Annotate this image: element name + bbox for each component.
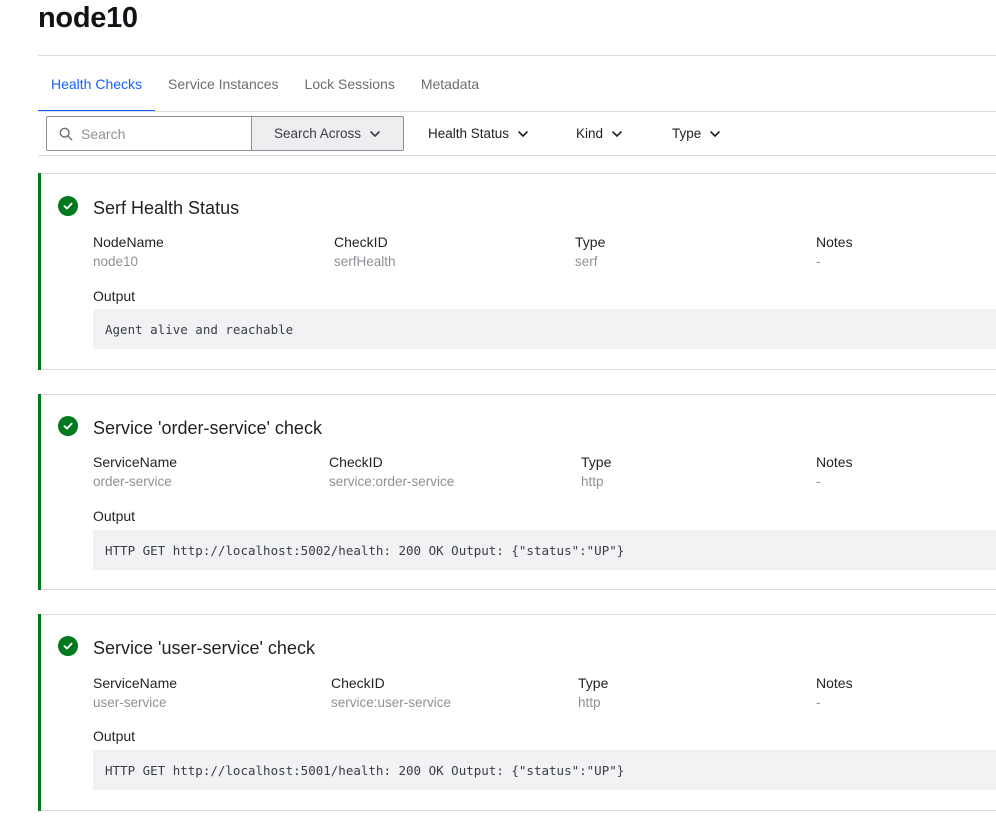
check-circle-icon bbox=[58, 636, 78, 656]
tab-metadata[interactable]: Metadata bbox=[408, 56, 492, 111]
output-label: Output bbox=[93, 508, 136, 524]
filter-label: Health Status bbox=[428, 126, 510, 141]
status-bar bbox=[38, 394, 41, 590]
field-label: Type bbox=[575, 234, 606, 250]
page-title: node10 bbox=[38, 2, 138, 34]
field-value: - bbox=[816, 254, 821, 269]
divider bbox=[38, 111, 996, 112]
search-across-label: Search Across bbox=[273, 126, 362, 141]
field-value: order-service bbox=[93, 474, 172, 489]
field-value: - bbox=[816, 695, 821, 710]
field-label: Notes bbox=[816, 454, 853, 470]
field-label: Type bbox=[581, 454, 612, 470]
field-value: serfHealth bbox=[334, 254, 396, 269]
check-circle-icon bbox=[58, 196, 78, 216]
chevron-down-icon bbox=[612, 130, 622, 137]
chevron-down-icon bbox=[710, 130, 721, 137]
search-icon bbox=[59, 127, 73, 140]
field-value: http bbox=[581, 474, 604, 489]
type-filter[interactable]: Type bbox=[672, 116, 721, 151]
health-check-card: Service 'user-service' check ServiceName… bbox=[38, 614, 996, 811]
filter-label: Type bbox=[672, 126, 702, 141]
divider bbox=[38, 155, 996, 156]
field-label: Notes bbox=[816, 234, 853, 250]
field-value: http bbox=[578, 695, 601, 710]
field-value: service:order-service bbox=[329, 474, 455, 489]
search-field[interactable] bbox=[46, 116, 251, 151]
kind-filter[interactable]: Kind bbox=[576, 116, 623, 151]
chevron-down-icon bbox=[518, 130, 528, 137]
chevron-down-icon bbox=[370, 130, 380, 137]
field-value: serf bbox=[575, 254, 598, 269]
tab-lock-sessions[interactable]: Lock Sessions bbox=[292, 56, 408, 111]
check-title: Service 'user-service' check bbox=[93, 638, 315, 658]
status-bar bbox=[38, 614, 41, 811]
field-label: CheckID bbox=[331, 675, 385, 691]
field-value: service:user-service bbox=[331, 695, 452, 710]
field-label: NodeName bbox=[93, 234, 164, 250]
check-title: Service 'order-service' check bbox=[93, 418, 322, 438]
output-text: Agent alive and reachable bbox=[93, 309, 996, 349]
health-check-card: Serf Health Status NodeName node10 Check… bbox=[38, 173, 996, 370]
output-label: Output bbox=[93, 288, 136, 304]
field-label: ServiceName bbox=[93, 454, 178, 470]
status-bar bbox=[38, 173, 41, 370]
field-value: user-service bbox=[93, 695, 167, 710]
output-text: HTTP GET http://localhost:5002/health: 2… bbox=[93, 530, 996, 570]
tab-service-instances[interactable]: Service Instances bbox=[155, 56, 292, 111]
field-label: ServiceName bbox=[93, 675, 178, 691]
search-across-dropdown[interactable]: Search Across bbox=[251, 116, 404, 151]
field-label: Type bbox=[578, 675, 609, 691]
tab-health-checks[interactable]: Health Checks bbox=[38, 56, 156, 112]
output-label: Output bbox=[93, 728, 136, 744]
field-value: - bbox=[816, 474, 821, 489]
field-value: node10 bbox=[93, 254, 139, 269]
field-label: Notes bbox=[816, 675, 853, 691]
filter-label: Kind bbox=[576, 126, 604, 141]
check-circle-icon bbox=[58, 416, 78, 436]
output-text: HTTP GET http://localhost:5001/health: 2… bbox=[93, 750, 996, 790]
health-status-filter[interactable]: Health Status bbox=[428, 116, 529, 151]
field-label: CheckID bbox=[329, 454, 383, 470]
field-label: CheckID bbox=[334, 234, 388, 250]
search-input[interactable] bbox=[81, 125, 241, 142]
tab-bar: Health Checks Service Instances Lock Ses… bbox=[38, 56, 492, 112]
check-title: Serf Health Status bbox=[93, 198, 240, 218]
health-check-card: Service 'order-service' check ServiceNam… bbox=[38, 394, 996, 590]
